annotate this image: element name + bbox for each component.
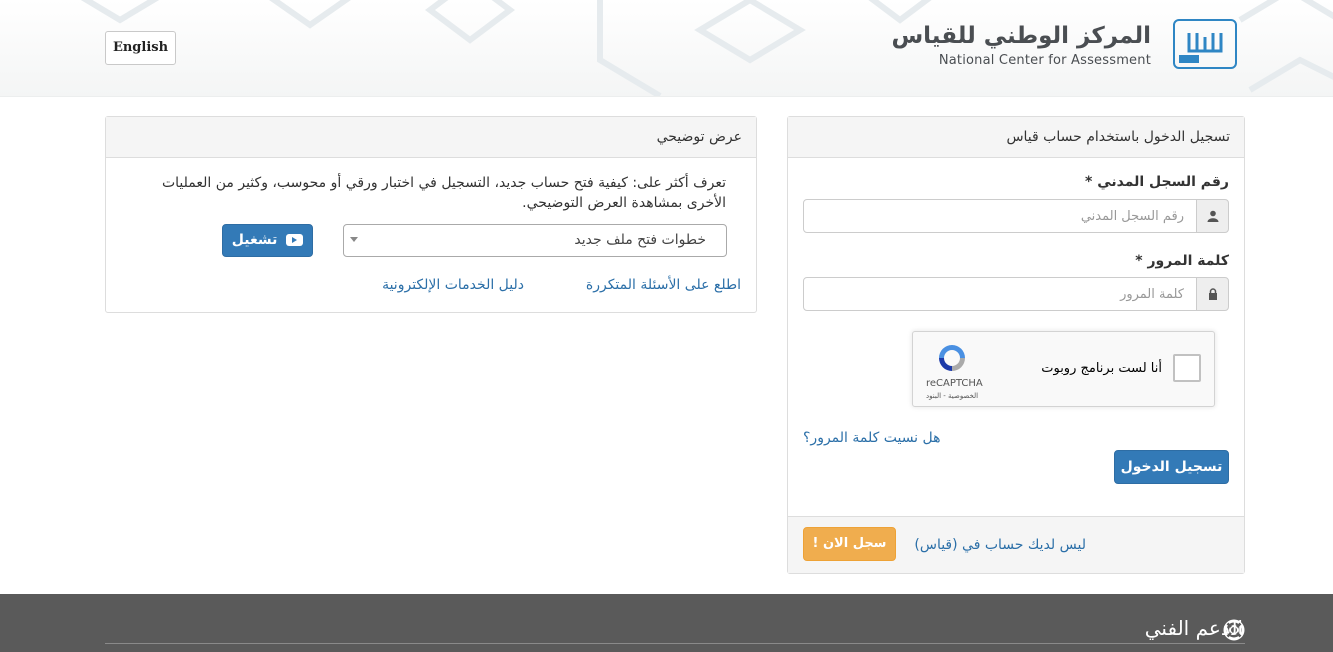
lock-icon <box>1196 277 1229 311</box>
recaptcha-privacy-terms-link[interactable]: الخصوصية - البنود <box>926 392 978 400</box>
civil-id-input[interactable] <box>803 199 1197 233</box>
header: English المركز الوطني للقياس National Ce… <box>0 0 1333 97</box>
youtube-play-icon <box>286 234 304 246</box>
qiyas-logo-icon <box>1173 19 1237 69</box>
demo-description: تعرف أكثر على: كيفية فتح حساب جديد، التس… <box>161 175 726 211</box>
site-logo[interactable]: المركز الوطني للقياس National Center for… <box>891 19 1237 71</box>
e-services-guide-link[interactable]: دليل الخدمات الإلكترونية <box>382 277 524 293</box>
play-button-label: تشغيل <box>231 232 278 248</box>
login-panel-heading: تسجيل الدخول باستخدام حساب قياس <box>788 117 1244 158</box>
user-icon <box>1196 199 1229 233</box>
recaptcha-widget: أنا لست برنامج روبوت reCAPTCHA الخصوصية … <box>912 331 1215 407</box>
demo-panel-heading: عرض توضيحي <box>106 117 756 158</box>
password-input[interactable] <box>803 277 1197 311</box>
civil-id-label: رقم السجل المدني * <box>1085 174 1229 190</box>
login-panel-footer: ليس لديك حساب في (قياس) سجل الان ! <box>788 516 1244 573</box>
language-toggle-button[interactable]: English <box>105 31 176 65</box>
play-demo-button[interactable]: تشغيل <box>222 224 313 257</box>
logo-title-arabic: المركز الوطني للقياس <box>891 23 1151 49</box>
demo-panel: عرض توضيحي تعرف أكثر على: كيفية فتح حساب… <box>105 116 757 313</box>
password-group <box>803 277 1229 311</box>
footer: الدعم الفني <box>0 594 1333 652</box>
recaptcha-checkbox[interactable] <box>1173 354 1201 382</box>
forgot-password-link[interactable]: هل نسيت كلمة المرور؟ <box>803 430 941 446</box>
civil-id-group <box>803 199 1229 233</box>
login-panel: تسجيل الدخول باستخدام حساب قياس رقم السج… <box>787 116 1245 574</box>
recaptcha-icon <box>939 345 965 371</box>
lifebuoy-icon <box>1223 619 1245 641</box>
login-button[interactable]: تسجيل الدخول <box>1114 450 1229 484</box>
recaptcha-brand: reCAPTCHA <box>926 378 983 389</box>
demo-select-value: خطوات فتح ملف جديد <box>574 232 706 248</box>
recaptcha-label: أنا لست برنامج روبوت <box>1041 361 1162 376</box>
no-account-text: ليس لديك حساب في (قياس) <box>914 537 1086 553</box>
chevron-down-icon <box>350 237 358 242</box>
password-label: كلمة المرور * <box>1135 253 1229 269</box>
register-now-button[interactable]: سجل الان ! <box>803 527 896 561</box>
footer-divider <box>105 643 1245 644</box>
logo-title-english: National Center for Assessment <box>938 53 1151 68</box>
demo-topic-select[interactable]: خطوات فتح ملف جديد <box>343 224 727 257</box>
faq-link[interactable]: اطلع على الأسئلة المتكررة <box>586 277 741 293</box>
